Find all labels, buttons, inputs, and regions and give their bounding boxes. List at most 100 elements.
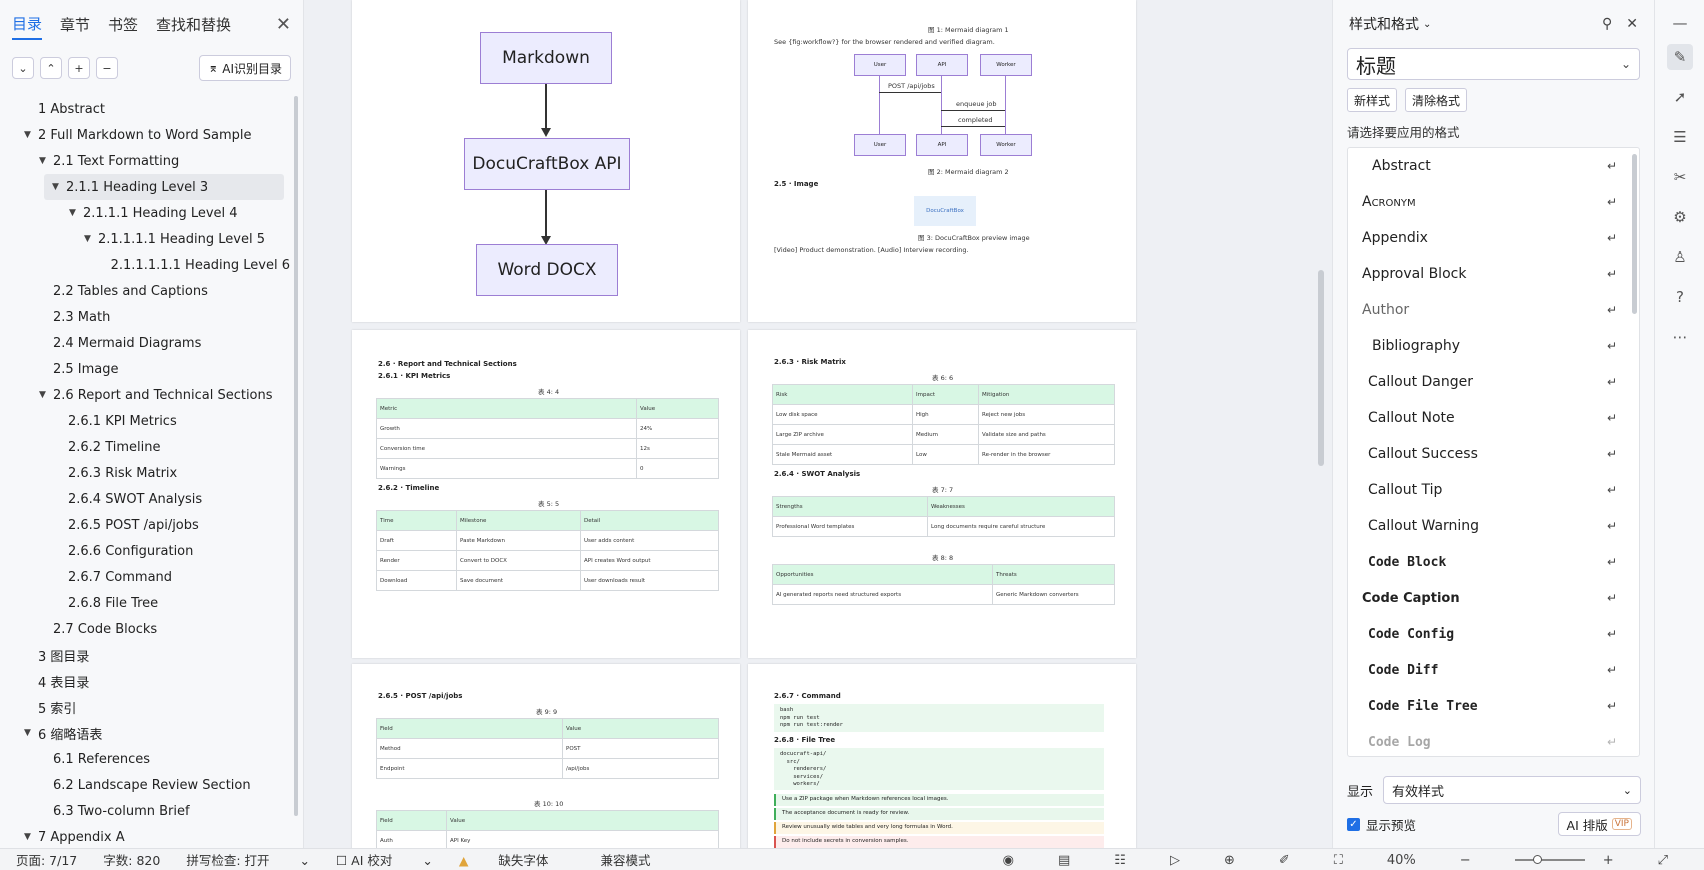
style-item[interactable]: Appendix ↵ <box>1348 220 1639 256</box>
toc-item[interactable]: 2.5 Image <box>0 356 290 382</box>
zoom-in-icon[interactable]: + <box>1603 853 1614 868</box>
toc-item[interactable]: ▼ 6 缩略语表 <box>0 720 290 746</box>
style-brush-icon[interactable]: ✎ <box>1667 44 1693 70</box>
collapse-all-icon[interactable]: ⌄ <box>12 57 34 79</box>
expand-up-icon[interactable]: ⌃ <box>40 57 62 79</box>
expand-arrow-icon[interactable]: ▼ <box>24 130 38 140</box>
pen-icon[interactable]: ✐ <box>1279 853 1290 868</box>
style-item[interactable]: Code Log ↵ <box>1348 724 1639 756</box>
zoom-slider[interactable] <box>1514 855 1585 864</box>
toc-item[interactable]: 6.1 References <box>0 746 290 772</box>
toc-item[interactable]: ▼ 2.1 Text Formatting <box>0 148 290 174</box>
show-filter-select[interactable]: 有效样式 ⌄ <box>1383 776 1641 804</box>
adjust-icon[interactable]: ☰ <box>1667 124 1693 150</box>
toc-item[interactable]: 2.3 Math <box>0 304 290 330</box>
style-list-scrollbar[interactable] <box>1632 154 1637 314</box>
style-item[interactable]: Callout Danger ↵ <box>1348 364 1639 400</box>
word-count[interactable]: 字数: 820 <box>103 850 160 869</box>
tab-bookmarks[interactable]: 书签 <box>108 10 138 39</box>
chevron-down-icon[interactable]: ⌄ <box>1423 19 1431 30</box>
toc-item[interactable]: 2.6.6 Configuration <box>0 538 290 564</box>
pin-icon[interactable]: ⚲ <box>1602 16 1612 32</box>
expand-arrow-icon[interactable]: ▼ <box>52 182 66 192</box>
expand-arrow-icon[interactable]: ▼ <box>39 390 53 400</box>
web-view-icon[interactable]: ⊕ <box>1224 853 1235 868</box>
document-scrollbar[interactable] <box>1315 0 1327 848</box>
shirt-icon[interactable]: ♙ <box>1667 244 1693 270</box>
toc-item[interactable]: 2.6.1 KPI Metrics <box>0 408 290 434</box>
ai-toc-button[interactable]: ⌆ AI识别目录 <box>199 55 291 81</box>
expand-arrow-icon[interactable]: ▼ <box>84 234 98 244</box>
tab-find-replace[interactable]: 查找和替换 <box>156 10 231 39</box>
toc-item[interactable]: ▼ 7 Appendix A <box>0 824 290 845</box>
style-item[interactable]: Callout Note ↵ <box>1348 400 1639 436</box>
spell-check[interactable]: 拼写检查: 打开 ⌄ <box>186 850 310 869</box>
help-icon[interactable]: ? <box>1667 284 1693 310</box>
toc-item[interactable]: 3 图目录 <box>0 642 290 668</box>
toc-item[interactable]: 4 表目录 <box>0 668 290 694</box>
style-item[interactable]: Code Diff ↵ <box>1348 652 1639 688</box>
more-icon[interactable]: ⋯ <box>1667 324 1693 350</box>
toc-item[interactable]: 2.1.1.1.1.1 Heading Level 6 <box>0 252 290 278</box>
eye-icon[interactable]: ◉ <box>1003 853 1014 868</box>
toc-item[interactable]: 2.6.3 Risk Matrix <box>0 460 290 486</box>
select-pointer-icon[interactable]: ➚ <box>1667 84 1693 110</box>
toc-item[interactable]: ▼ 2.1.1 Heading Level 3 <box>44 174 284 200</box>
add-icon[interactable]: + <box>68 57 90 79</box>
expand-arrow-icon[interactable]: ▼ <box>39 156 53 166</box>
style-item[interactable]: Author ↵ <box>1348 292 1639 328</box>
ai-check[interactable]: ☐ AI 校对 ⌄ <box>336 850 433 869</box>
toc-item[interactable]: 2.6.5 POST /api/jobs <box>0 512 290 538</box>
toc-item[interactable]: 6.3 Two-column Brief <box>0 798 290 824</box>
toc-scrollbar[interactable] <box>294 96 298 816</box>
style-item[interactable]: Abstract ↵ <box>1348 148 1639 184</box>
current-style-select[interactable]: 标题 ⌄ <box>1347 48 1640 80</box>
expand-arrow-icon[interactable]: ▼ <box>24 728 38 738</box>
expand-arrow-icon[interactable]: ▼ <box>69 208 83 218</box>
style-item[interactable]: Callout Tip ↵ <box>1348 472 1639 508</box>
toc-item[interactable]: 2.4 Mermaid Diagrams <box>0 330 290 356</box>
style-item[interactable]: Code Config ↵ <box>1348 616 1639 652</box>
style-item[interactable]: Code Block ↵ <box>1348 544 1639 580</box>
style-item[interactable]: Code Caption ↵ <box>1348 580 1639 616</box>
tab-toc[interactable]: 目录 <box>12 9 43 40</box>
style-item[interactable]: Callout Success ↵ <box>1348 436 1639 472</box>
zoom-out-icon[interactable]: − <box>1460 853 1471 868</box>
ai-layout-button[interactable]: AI 排版 VIP <box>1557 812 1641 836</box>
fit-icon[interactable]: ⛶ <box>1334 853 1343 868</box>
minimize-icon[interactable]: — <box>1667 10 1693 36</box>
play-icon[interactable]: ▷ <box>1170 853 1180 868</box>
translate-icon[interactable]: ⚙ <box>1667 204 1693 230</box>
toc-item[interactable]: ▼ 2.6 Report and Technical Sections <box>0 382 290 408</box>
style-item[interactable]: Acronym ↵ <box>1348 184 1639 220</box>
toc-item[interactable]: ▼ 2 Full Markdown to Word Sample <box>0 122 290 148</box>
toc-item[interactable]: 2.2 Tables and Captions <box>0 278 290 304</box>
style-item[interactable]: Approval Block ↵ <box>1348 256 1639 292</box>
close-icon[interactable]: ✕ <box>1626 16 1638 32</box>
zoom-level[interactable]: 40% <box>1387 853 1416 868</box>
style-item[interactable]: Bibliography ↵ <box>1348 328 1639 364</box>
toc-item[interactable]: ▼ 2.1.1.1 Heading Level 4 <box>0 200 290 226</box>
scroll-thumb[interactable] <box>1318 270 1324 466</box>
tab-chapters[interactable]: 章节 <box>60 10 90 39</box>
zoom-slider-knob[interactable] <box>1532 855 1542 864</box>
style-item[interactable]: Code File Tree ↵ <box>1348 688 1639 724</box>
new-style-button[interactable]: 新样式 <box>1347 88 1398 112</box>
toc-item[interactable]: 2.6.4 SWOT Analysis <box>0 486 290 512</box>
toc-item[interactable]: 6.2 Landscape Review Section <box>0 772 290 798</box>
clear-format-button[interactable]: 清除格式 <box>1405 88 1468 112</box>
toc-item[interactable]: 1 Abstract <box>0 96 290 122</box>
missing-font[interactable]: ▲ 缺失字体 <box>459 850 575 869</box>
toc-item[interactable]: 2.6.8 File Tree <box>0 590 290 616</box>
page-indicator[interactable]: 页面: 7/17 <box>16 850 77 869</box>
toc-item[interactable]: ▼ 2.1.1.1.1 Heading Level 5 <box>0 226 290 252</box>
fullscreen-icon[interactable]: ⤢ <box>1658 853 1668 868</box>
toc-item[interactable]: 2.6.2 Timeline <box>0 434 290 460</box>
style-item[interactable]: Callout Warning ↵ <box>1348 508 1639 544</box>
remove-icon[interactable]: − <box>96 57 118 79</box>
preview-checkbox[interactable]: ✓ <box>1347 817 1360 831</box>
expand-arrow-icon[interactable]: ▼ <box>24 832 38 842</box>
page-view-icon[interactable]: ▤ <box>1058 853 1070 868</box>
tools-icon[interactable]: ✂ <box>1667 164 1693 190</box>
toc-item[interactable]: 5 索引 <box>0 694 290 720</box>
